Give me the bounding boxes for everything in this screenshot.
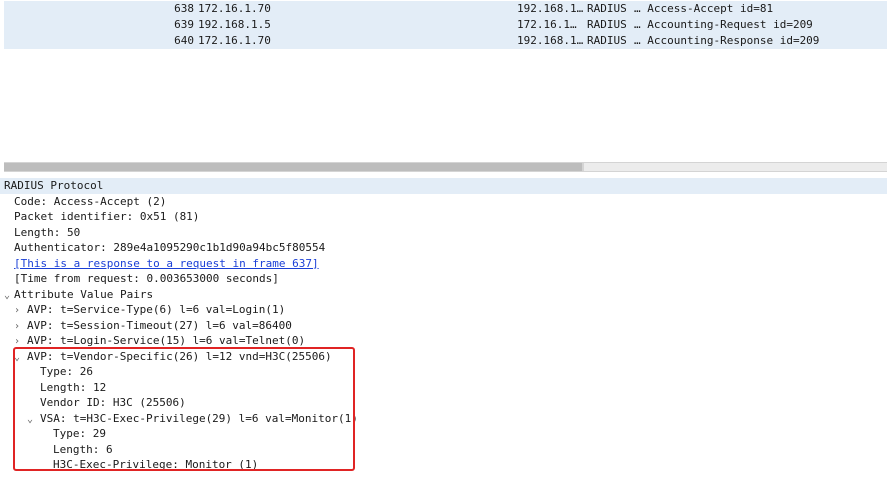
- packet-row[interactable]: 639 192.168.1.5 172.16.1… RADIUS … Accou…: [4, 17, 887, 33]
- tree-item-avp-vendor-specific[interactable]: ⌄ AVP: t=Vendor-Specific(26) l=12 vnd=H3C…: [14, 349, 332, 365]
- chevron-right-icon[interactable]: ›: [14, 334, 24, 350]
- tree-item-time-from-request[interactable]: [Time from request: 0.003653000 seconds]: [14, 271, 279, 287]
- chevron-right-icon[interactable]: ›: [14, 319, 24, 335]
- packet-destination: 192.168.1…: [517, 2, 584, 15]
- packet-protocol: RADIUS: [587, 18, 627, 31]
- tree-item-vsa-exec-privilege[interactable]: H3C-Exec-Privilege: Monitor (1): [53, 457, 258, 473]
- packet-details-pane: RADIUS Protocol Code: Access-Accept (2) …: [0, 177, 887, 487]
- chevron-down-icon[interactable]: ⌄: [27, 412, 37, 428]
- packet-info: … Access-Accept id=81: [634, 2, 774, 15]
- tree-item-vs-length[interactable]: Length: 12: [40, 380, 106, 396]
- tree-item-radius-protocol[interactable]: RADIUS Protocol: [0, 178, 887, 194]
- chevron-down-icon[interactable]: ⌄: [14, 350, 24, 366]
- tree-item-authenticator[interactable]: Authenticator: 289e4a1095290c1b1d90a94bc…: [14, 240, 325, 256]
- tree-item-vs-vendor-id[interactable]: Vendor ID: H3C (25506): [40, 395, 186, 411]
- tree-item-label: RADIUS Protocol: [4, 179, 104, 192]
- packet-number: 640: [174, 34, 194, 47]
- tree-item-label: Vendor ID: H3C (25506): [40, 396, 186, 409]
- tree-item-label: Attribute Value Pairs: [14, 287, 154, 301]
- tree-item-label: [Time from request: 0.003653000 seconds]: [14, 272, 279, 285]
- packet-source: 172.16.1.70: [198, 34, 271, 47]
- tree-item-label: Type: 26: [40, 365, 93, 378]
- tree-item-label: AVP: t=Login-Service(15) l=6 val=Telnet(…: [27, 334, 306, 347]
- tree-item-label: AVP: t=Session-Timeout(27) l=6 val=86400: [27, 318, 292, 332]
- tree-item-avp-session-timeout[interactable]: › AVP: t=Session-Timeout(27) l=6 val=8640…: [14, 318, 292, 334]
- packet-protocol: RADIUS: [587, 34, 627, 47]
- packet-row[interactable]: 638 172.16.1.70 192.168.1… RADIUS … Acce…: [4, 1, 887, 17]
- tree-item-avp-login-service[interactable]: › AVP: t=Login-Service(15) l=6 val=Telnet…: [14, 333, 305, 349]
- tree-item-vsa-type[interactable]: Type: 29: [53, 426, 106, 442]
- packet-source: 172.16.1.70: [198, 2, 271, 15]
- tree-item-label: Packet identifier: 0x51 (81): [14, 210, 200, 223]
- tree-item-label: VSA: t=H3C-Exec-Privilege(29) l=6 val=Mo…: [40, 411, 358, 425]
- scrollbar-thumb[interactable]: [4, 163, 582, 171]
- chevron-down-icon[interactable]: ⌄: [4, 288, 14, 304]
- tree-item-packet-identifier[interactable]: Packet identifier: 0x51 (81): [14, 209, 199, 225]
- packet-info: … Accounting-Request id=209: [634, 18, 813, 31]
- response-frame-link[interactable]: [This is a response to a request in fram…: [14, 257, 319, 270]
- packet-number: 638: [174, 2, 194, 15]
- tree-item-label: Type: 29: [53, 427, 106, 440]
- packet-destination: 172.16.1…: [517, 18, 577, 31]
- packet-number: 639: [174, 18, 194, 31]
- tree-item-vsa-length[interactable]: Length: 6: [53, 442, 113, 458]
- tree-item-response-link[interactable]: [This is a response to a request in fram…: [14, 256, 319, 272]
- chevron-right-icon[interactable]: ›: [14, 303, 24, 319]
- packet-destination: 192.168.1…: [517, 34, 584, 47]
- tree-item-code[interactable]: Code: Access-Accept (2): [14, 194, 166, 210]
- tree-item-avp-service-type[interactable]: › AVP: t=Service-Type(6) l=6 val=Login(1): [14, 302, 285, 318]
- packet-row[interactable]: 640 172.16.1.70 192.168.1… RADIUS … Acco…: [4, 33, 887, 49]
- tree-item-label: Authenticator: 289e4a1095290c1b1d90a94bc…: [14, 241, 326, 254]
- tree-item-label: AVP: t=Vendor-Specific(26) l=12 vnd=H3C(…: [27, 349, 332, 363]
- packet-list: 638 172.16.1.70 192.168.1… RADIUS … Acce…: [0, 0, 887, 165]
- tree-item-label: Length: 50: [14, 225, 81, 239]
- packet-info: … Accounting-Response id=209: [634, 34, 820, 47]
- scrollbar-track[interactable]: [584, 163, 887, 171]
- tree-item-length[interactable]: Length: 50: [14, 225, 80, 241]
- packet-source: 192.168.1.5: [198, 18, 271, 31]
- tree-item-attribute-value-pairs[interactable]: ⌄ Attribute Value Pairs: [4, 287, 153, 303]
- tree-item-vsa[interactable]: ⌄ VSA: t=H3C-Exec-Privilege(29) l=6 val=M…: [27, 411, 358, 427]
- tree-item-label: Code: Access-Accept (2): [14, 194, 167, 208]
- tree-item-label: H3C-Exec-Privilege: Monitor (1): [53, 458, 259, 471]
- tree-item-vs-type[interactable]: Type: 26: [40, 364, 93, 380]
- horizontal-scrollbar[interactable]: [4, 162, 887, 172]
- tree-item-label: Length: 6: [53, 442, 113, 456]
- tree-item-label: AVP: t=Service-Type(6) l=6 val=Login(1): [27, 303, 286, 316]
- tree-item-label: Length: 12: [40, 380, 107, 394]
- packet-protocol: RADIUS: [587, 2, 627, 15]
